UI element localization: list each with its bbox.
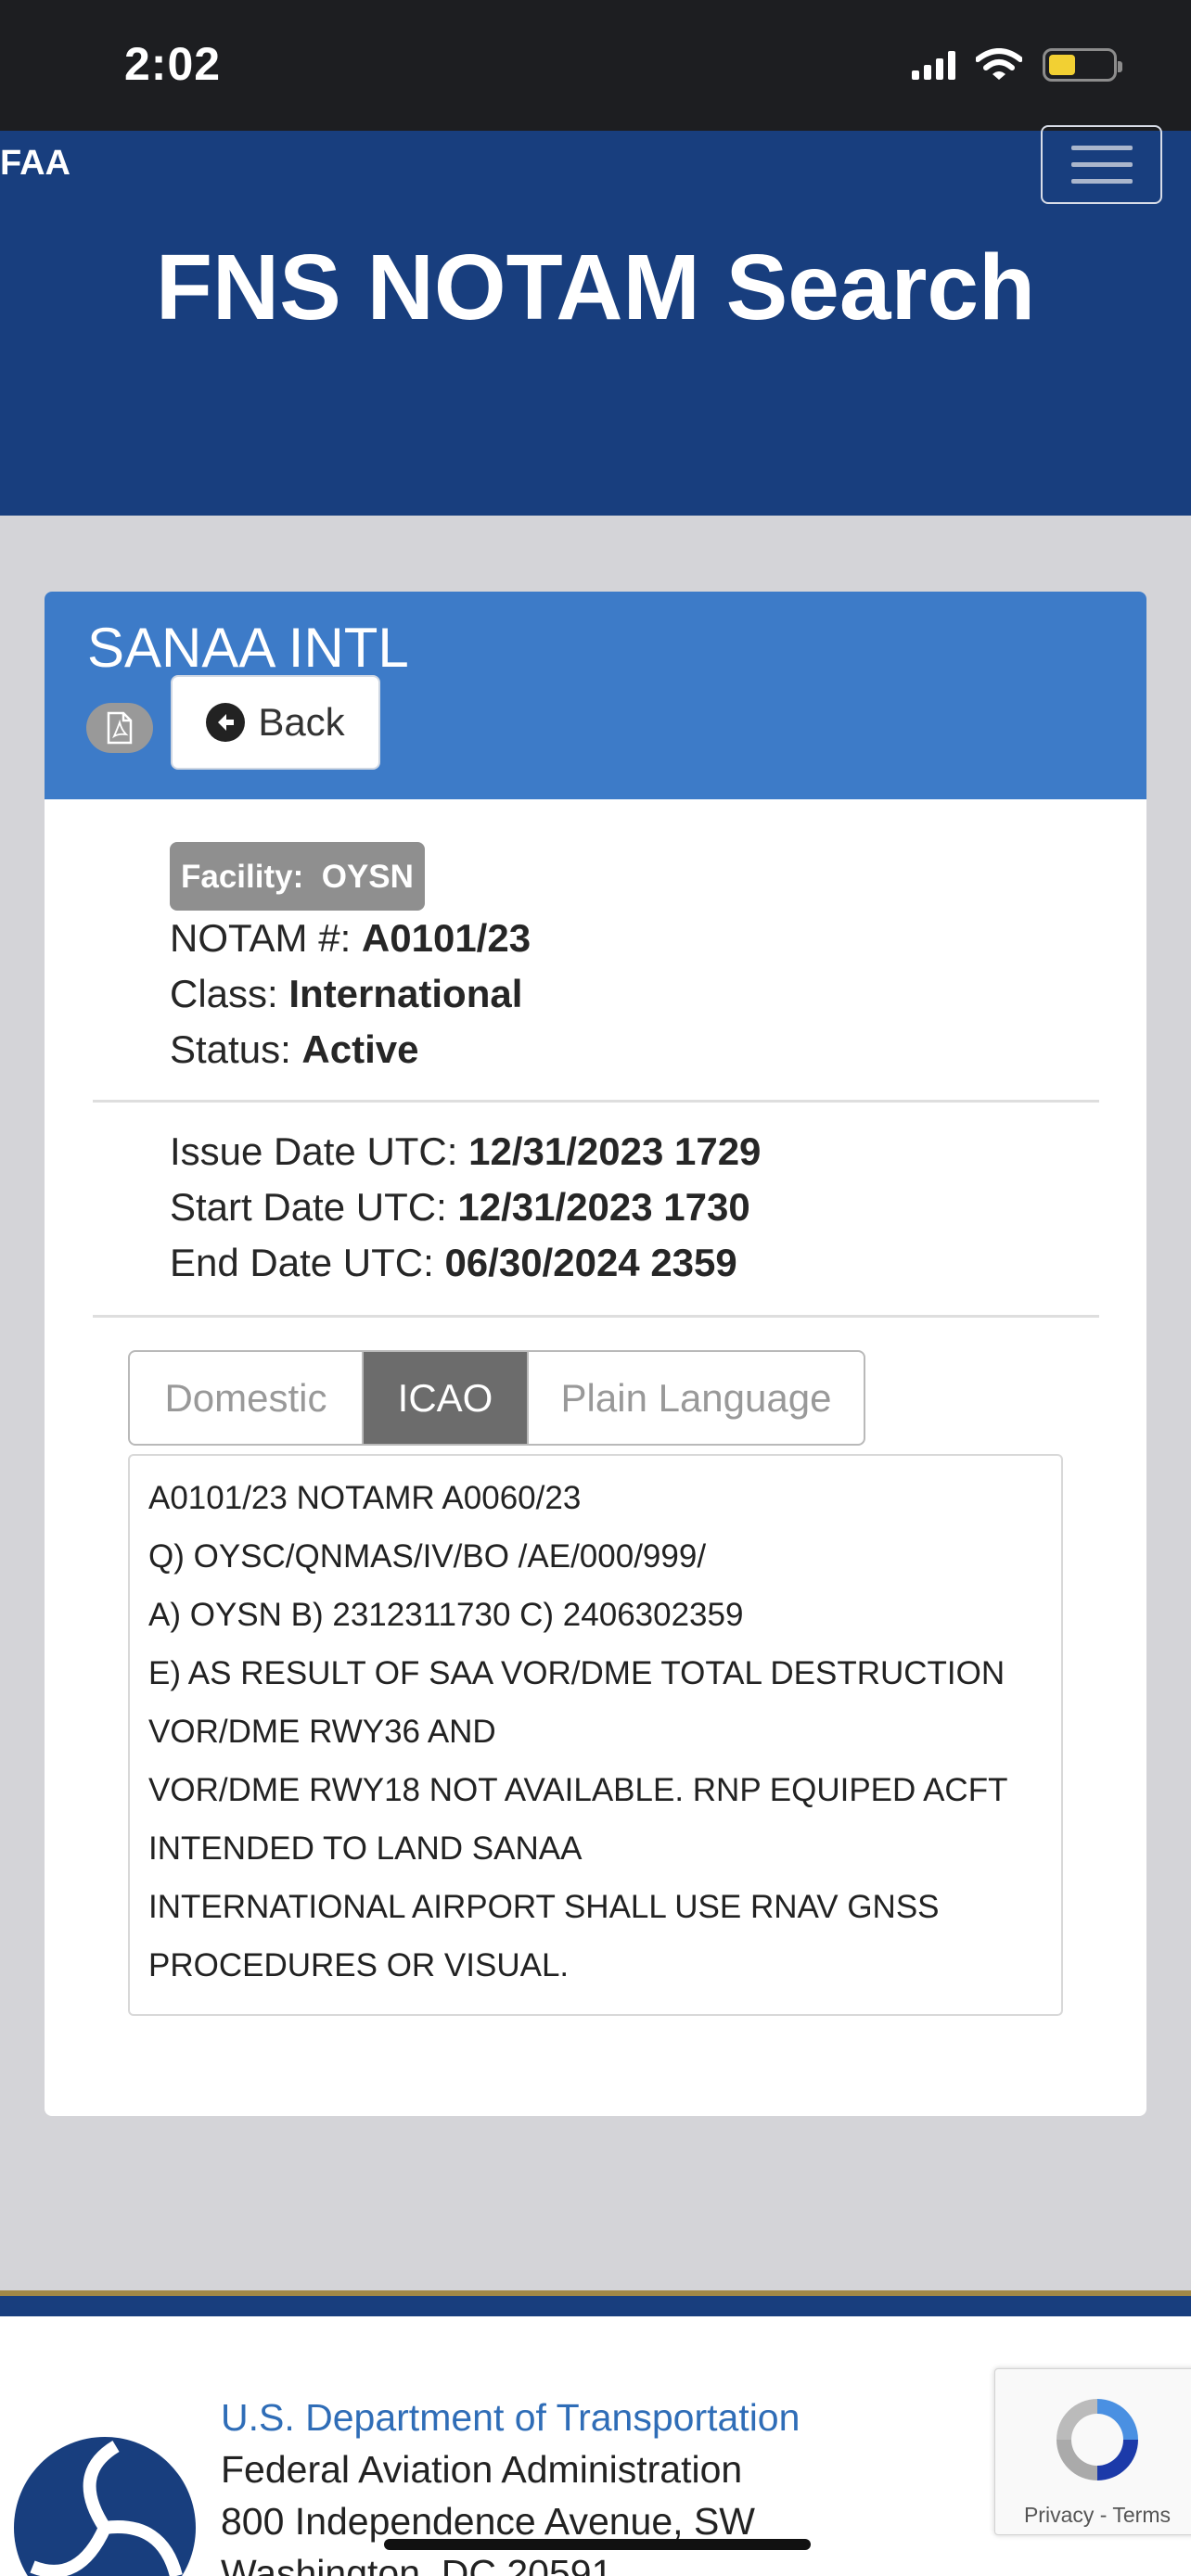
- facility-value: OYSN: [321, 859, 414, 895]
- arrow-left-circle-icon: [206, 703, 246, 742]
- facility-label: Facility:: [181, 859, 304, 895]
- menu-button[interactable]: [1041, 125, 1162, 204]
- notam-number: NOTAM #: A0101/23: [170, 916, 531, 960]
- start-date: Start Date UTC: 12/31/2023 1730: [170, 1185, 750, 1229]
- clock: 2:02: [124, 38, 222, 90]
- tab-plain-language[interactable]: Plain Language: [527, 1352, 864, 1444]
- footer-line: Washington, DC 20591: [221, 2552, 613, 2576]
- notam-text-line: INTERNATIONAL AIRPORT SHALL USE RNAV GNS…: [148, 1889, 940, 1925]
- footer-line: Federal Aviation Administration: [221, 2448, 743, 2491]
- notam-text-line: Q) OYSC/QNMAS/IV/BO /AE/000/999/: [148, 1538, 707, 1575]
- recaptcha-links[interactable]: Privacy - Terms: [995, 2503, 1191, 2528]
- tab-domestic[interactable]: Domestic: [130, 1352, 364, 1444]
- notam-dates: Issue Date UTC: 12/31/2023 1729 Start Da…: [170, 1124, 761, 1291]
- cellular-signal-icon: [912, 50, 955, 80]
- back-button[interactable]: Back: [171, 675, 380, 770]
- dot-logo-icon: [14, 2437, 196, 2576]
- facility-badge: Facility: OYSN: [170, 842, 425, 911]
- divider: [93, 1315, 1099, 1318]
- recaptcha-icon: [1057, 2399, 1138, 2480]
- site-header: FAA FNS NOTAM Search: [0, 125, 1191, 516]
- card-header: SANAA INTL Back: [45, 592, 1146, 799]
- status-icons: [912, 48, 1122, 82]
- notam-text-line: E) AS RESULT OF SAA VOR/DME TOTAL DESTRU…: [148, 1655, 1005, 1691]
- recaptcha-badge[interactable]: Privacy - Terms: [994, 2368, 1191, 2535]
- home-indicator[interactable]: [384, 2539, 811, 2550]
- hamburger-icon: [1070, 146, 1133, 150]
- pdf-file-icon: [107, 711, 133, 745]
- notam-text-line: INTENDED TO LAND SANAA: [148, 1830, 583, 1867]
- notam-text-line: VOR/DME RWY18 NOT AVAILABLE. RNP EQUIPED…: [148, 1772, 1008, 1808]
- notam-text-line: PROCEDURES OR VISUAL.: [148, 1947, 570, 1983]
- divider: [93, 1100, 1099, 1103]
- tab-icao[interactable]: ICAO: [364, 1352, 527, 1444]
- notam-card: SANAA INTL Back Facility: OYSN NOTAM #: …: [45, 592, 1146, 2116]
- site-footer: U.S. Department of Transportation Federa…: [0, 2316, 1191, 2576]
- status-bar: 2:02: [0, 0, 1191, 131]
- end-date: End Date UTC: 06/30/2024 2359: [170, 1241, 737, 1284]
- back-label: Back: [258, 700, 345, 744]
- issue-date: Issue Date UTC: 12/31/2023 1729: [170, 1129, 762, 1173]
- dot-link[interactable]: U.S. Department of Transportation: [221, 2396, 800, 2440]
- notam-text-box: A0101/23 NOTAMR A0060/23 Q) OYSC/QNMAS/I…: [128, 1454, 1063, 2016]
- notam-class: Class: International: [170, 972, 523, 1015]
- footer-line: 800 Independence Avenue, SW: [221, 2500, 755, 2543]
- notam-text-line: A0101/23 NOTAMR A0060/23: [148, 1480, 582, 1516]
- pdf-button[interactable]: [86, 703, 153, 753]
- wifi-icon: [976, 48, 1022, 80]
- footer-stripe: [0, 2290, 1191, 2316]
- page-title: FNS NOTAM Search: [155, 236, 1036, 339]
- notam-text-line: A) OYSN B) 2312311730 C) 2406302359: [148, 1597, 744, 1633]
- airport-name: SANAA INTL: [87, 617, 409, 679]
- notam-status: Status: Active: [170, 1027, 419, 1071]
- format-tabs: Domestic ICAO Plain Language: [128, 1350, 865, 1446]
- battery-icon: [1043, 48, 1122, 82]
- faa-logo-text[interactable]: FAA: [0, 144, 70, 184]
- notam-summary: Facility: OYSN NOTAM #: A0101/23 Class: …: [170, 842, 531, 1078]
- notam-text-line: VOR/DME RWY36 AND: [148, 1714, 496, 1750]
